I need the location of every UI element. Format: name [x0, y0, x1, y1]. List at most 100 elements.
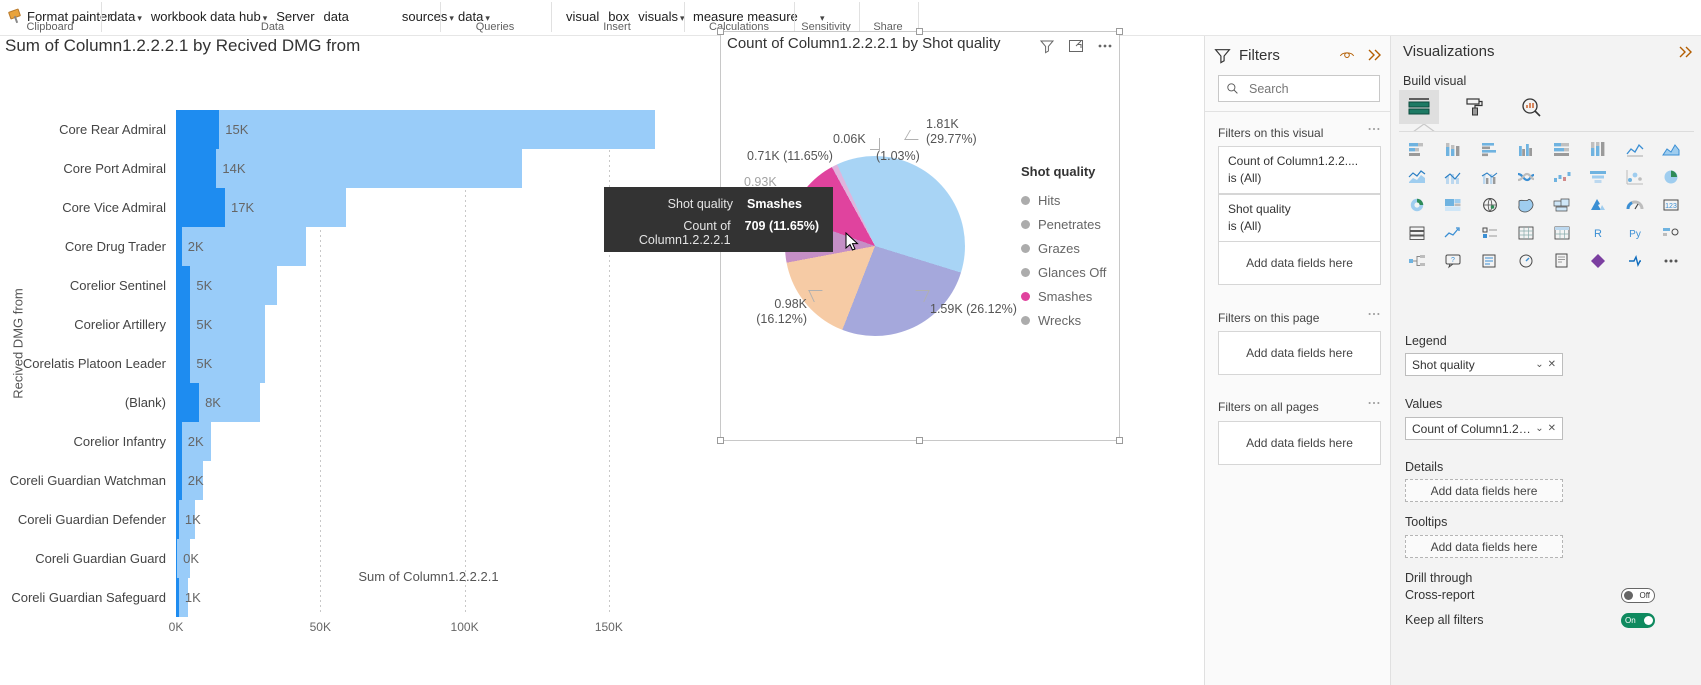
- treemap-icon[interactable]: [1435, 192, 1471, 218]
- map-icon[interactable]: [1472, 192, 1508, 218]
- bar-chart-row[interactable]: Corelatis Platoon Leader 5K: [23, 344, 681, 383]
- bar-chart-row[interactable]: Corelior Sentinel 5K: [70, 266, 681, 305]
- pie-chart-icon[interactable]: [1653, 164, 1689, 190]
- line-chart-icon[interactable]: [1617, 136, 1653, 162]
- gauge-icon[interactable]: [1617, 192, 1653, 218]
- resize-handle-bl[interactable]: [717, 437, 724, 444]
- q-and-a-icon[interactable]: ?: [1435, 248, 1471, 274]
- bar-segment-highlight[interactable]: [176, 383, 200, 422]
- well-legend-field[interactable]: Shot quality ⌄ ✕: [1405, 353, 1563, 376]
- smart-narrative-icon[interactable]: [1472, 248, 1508, 274]
- key-influencers-icon[interactable]: [1653, 220, 1689, 246]
- matrix-icon[interactable]: [1544, 220, 1580, 246]
- scatter-chart-icon[interactable]: [1617, 164, 1653, 190]
- chevron-double-right-icon[interactable]: [1677, 44, 1693, 60]
- chevron-down-icon[interactable]: ⌄: [1535, 359, 1543, 370]
- filters-page-dropzone[interactable]: Add data fields here: [1218, 331, 1381, 375]
- well-values-field[interactable]: Count of Column1.2.2... ⌄ ✕: [1405, 417, 1563, 440]
- resize-handle-tr[interactable]: [1116, 28, 1123, 35]
- stacked-column-chart-icon[interactable]: [1435, 136, 1471, 162]
- analytics-tab[interactable]: [1511, 90, 1551, 124]
- funnel-chart-icon[interactable]: [1580, 164, 1616, 190]
- bar-chart-row[interactable]: Core Rear Admiral 15K: [59, 110, 681, 149]
- filter-card-shot-quality[interactable]: Shot quality is (All): [1218, 194, 1381, 242]
- area-chart-icon[interactable]: [1653, 136, 1689, 162]
- bar-chart-row[interactable]: (Blank) 8K: [125, 383, 681, 422]
- filled-map-icon[interactable]: [1508, 192, 1544, 218]
- resize-handle-tl[interactable]: [717, 28, 724, 35]
- kpi-icon[interactable]: [1435, 220, 1471, 246]
- resize-handle-tc[interactable]: [916, 28, 923, 35]
- multi-row-card-icon[interactable]: [1399, 220, 1435, 246]
- 100-stacked-bar-chart-icon[interactable]: [1544, 136, 1580, 162]
- azure-map-icon[interactable]: [1580, 192, 1616, 218]
- 100-stacked-column-chart-icon[interactable]: [1580, 136, 1616, 162]
- table-icon[interactable]: [1508, 220, 1544, 246]
- more-options-icon[interactable]: [1367, 122, 1381, 136]
- well-details-dropzone[interactable]: Add data fields here: [1405, 479, 1563, 502]
- more-options-icon[interactable]: [1367, 396, 1381, 410]
- bar-chart-row[interactable]: Coreli Guardian Watchman 2K: [10, 461, 681, 500]
- bar-chart-row[interactable]: Coreli Guardian Defender 1K: [18, 500, 681, 539]
- chevron-double-right-icon[interactable]: [1366, 47, 1382, 63]
- bar-segment-total[interactable]: [176, 266, 277, 305]
- bar-segment-highlight[interactable]: [176, 500, 179, 539]
- resize-handle-br[interactable]: [1116, 437, 1123, 444]
- legend-item-grazes[interactable]: Grazes: [1021, 236, 1106, 260]
- close-icon[interactable]: ✕: [1548, 423, 1556, 434]
- legend-item-hits[interactable]: Hits: [1021, 188, 1106, 212]
- bar-segment-highlight[interactable]: [176, 422, 182, 461]
- slicer-icon[interactable]: [1472, 220, 1508, 246]
- more-options-icon[interactable]: [1367, 307, 1381, 321]
- decomposition-tree-icon[interactable]: [1399, 248, 1435, 274]
- bar-chart-row[interactable]: Corelior Infantry 2K: [74, 422, 681, 461]
- filter-card-count-of-column[interactable]: Count of Column1.2.2.... is (All): [1218, 146, 1381, 194]
- card-icon[interactable]: 123: [1653, 192, 1689, 218]
- bar-chart-visual[interactable]: Sum of Column1.2.2.2.1 by Recived DMG fr…: [0, 36, 720, 685]
- bar-segment-highlight[interactable]: [176, 266, 191, 305]
- visualizations-pane[interactable]: Visualizations Build visual 123 R Py ? L…: [1390, 36, 1701, 685]
- filters-visual-dropzone[interactable]: Add data fields here: [1218, 241, 1381, 285]
- paginated-report-icon[interactable]: [1544, 248, 1580, 274]
- metrics-icon[interactable]: [1508, 248, 1544, 274]
- shape-map-icon[interactable]: [1544, 192, 1580, 218]
- build-visual-tab[interactable]: [1399, 90, 1439, 124]
- cross-report-toggle[interactable]: Off: [1621, 588, 1655, 603]
- ribbon-chart-icon[interactable]: [1508, 164, 1544, 190]
- bar-segment-highlight[interactable]: [176, 227, 182, 266]
- format-visual-tab[interactable]: [1455, 90, 1495, 124]
- bar-chart-row[interactable]: Core Port Admiral 14K: [63, 149, 681, 188]
- clustered-column-chart-icon[interactable]: [1508, 136, 1544, 162]
- visual-type-gallery[interactable]: 123 R Py ?: [1399, 136, 1689, 274]
- close-icon[interactable]: ✕: [1548, 359, 1556, 370]
- focus-mode-icon[interactable]: [1068, 38, 1084, 54]
- bar-segment-highlight[interactable]: [176, 149, 217, 188]
- more-options-icon[interactable]: [1097, 38, 1113, 54]
- chevron-down-icon[interactable]: ⌄: [1535, 423, 1543, 434]
- bar-segment-highlight[interactable]: [176, 461, 182, 500]
- eye-icon[interactable]: [1339, 47, 1355, 63]
- power-automate-icon[interactable]: [1617, 248, 1653, 274]
- more-visuals-icon[interactable]: [1653, 248, 1689, 274]
- bar-segment-highlight[interactable]: [176, 344, 191, 383]
- bar-segment-highlight[interactable]: [176, 188, 226, 227]
- line-stacked-column-icon[interactable]: [1435, 164, 1471, 190]
- line-clustered-column-icon[interactable]: [1472, 164, 1508, 190]
- resize-handle-bc[interactable]: [916, 437, 923, 444]
- filters-all-pages-dropzone[interactable]: Add data fields here: [1218, 421, 1381, 465]
- legend-item-glances-off[interactable]: Glances Off: [1021, 260, 1106, 284]
- bar-segment-highlight[interactable]: [176, 305, 191, 344]
- bar-chart-row[interactable]: Corelior Artillery 5K: [74, 305, 681, 344]
- stacked-area-chart-icon[interactable]: [1399, 164, 1435, 190]
- legend-item-smashes[interactable]: Smashes: [1021, 284, 1106, 308]
- power-apps-icon[interactable]: [1580, 248, 1616, 274]
- bar-segment-highlight[interactable]: [176, 110, 220, 149]
- report-canvas[interactable]: Sum of Column1.2.2.2.1 by Recived DMG fr…: [0, 28, 1204, 685]
- well-tooltips-dropzone[interactable]: Add data fields here: [1405, 535, 1563, 558]
- legend-item-wrecks[interactable]: Wrecks: [1021, 308, 1106, 332]
- legend-item-penetrates[interactable]: Penetrates: [1021, 212, 1106, 236]
- waterfall-chart-icon[interactable]: [1544, 164, 1580, 190]
- donut-chart-icon[interactable]: [1399, 192, 1435, 218]
- r-script-visual-icon[interactable]: R: [1580, 220, 1616, 246]
- clustered-bar-chart-icon[interactable]: [1472, 136, 1508, 162]
